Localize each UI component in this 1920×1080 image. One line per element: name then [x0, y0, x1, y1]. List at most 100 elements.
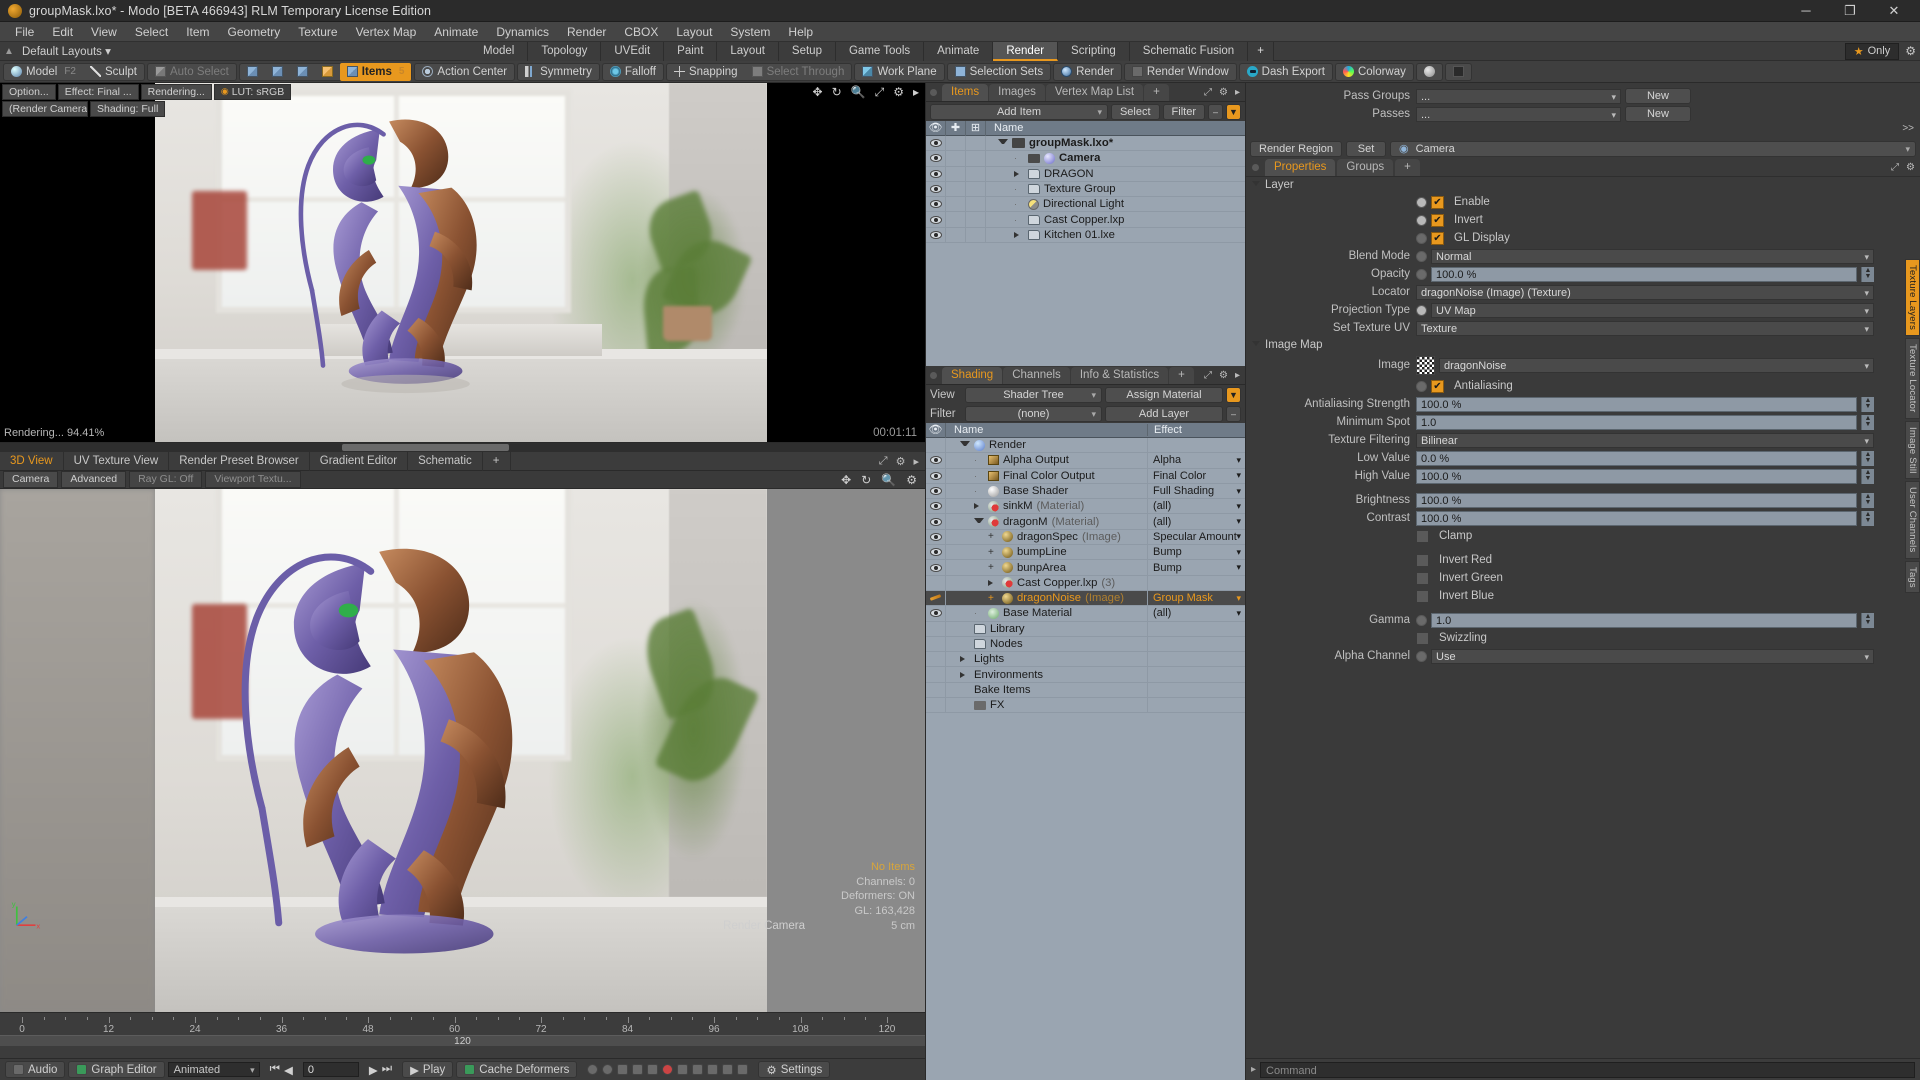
properties-tab-properties[interactable]: Properties — [1265, 159, 1335, 176]
aa-strength-input[interactable]: 100.0 % — [1416, 397, 1857, 412]
vertical-tab-texture-locator[interactable]: Texture Locator — [1905, 338, 1920, 418]
shader-tree-row[interactable]: Nodes — [926, 637, 1245, 652]
lock-cell[interactable] — [946, 151, 966, 165]
edge-mode-button[interactable] — [265, 63, 290, 81]
visibility-toggle[interactable] — [926, 453, 946, 467]
image-thumbnail[interactable] — [1416, 356, 1435, 375]
layer-name-cell[interactable]: +bunpArea — [946, 562, 1147, 574]
visibility-toggle[interactable] — [926, 197, 946, 211]
add-item-button[interactable]: Add Item — [930, 104, 1108, 120]
new-pass-button[interactable]: New — [1625, 106, 1691, 122]
render-options-chip[interactable]: Option... — [2, 84, 56, 100]
visibility-toggle[interactable] — [926, 136, 946, 150]
item-name-cell[interactable]: groupMask.lxo* — [986, 137, 1245, 149]
go-to-start-icon[interactable]: ⏮ — [270, 1063, 280, 1076]
plus-icon[interactable]: + — [988, 547, 998, 558]
lock-cell[interactable] — [946, 197, 966, 211]
gear-icon[interactable]: ⚙ — [893, 85, 904, 100]
unreal-button[interactable] — [1446, 63, 1471, 81]
aa-strength-stepper[interactable]: ▲▼ — [1861, 397, 1874, 412]
layer-effect-cell[interactable]: Alpha — [1147, 453, 1245, 467]
layout-tab-scripting[interactable]: Scripting — [1058, 42, 1130, 61]
shading-filter-icon[interactable]: ▼ — [1226, 387, 1241, 403]
opacity-radio[interactable] — [1416, 269, 1427, 280]
item-name-cell[interactable]: DRAGON — [986, 168, 1245, 180]
transform-cell[interactable] — [966, 167, 986, 181]
item-name-cell[interactable]: ·Texture Group — [986, 183, 1245, 195]
shader-tree-row[interactable]: ·Alpha OutputAlpha — [926, 453, 1245, 468]
render-effect-chip[interactable]: Effect: Final ... — [58, 84, 139, 100]
items-tab-vertex-map-list[interactable]: Vertex Map List — [1046, 84, 1143, 101]
item-name-cell[interactable]: ·Camera — [986, 152, 1245, 164]
sculpt-mode-button[interactable]: Sculpt — [83, 63, 144, 81]
pass-groups-select[interactable]: ... — [1416, 89, 1621, 104]
zoom-icon[interactable]: 🔍 — [851, 85, 866, 100]
visibility-toggle[interactable] — [926, 698, 946, 712]
viewport-3d[interactable]: x y Render Camera No Items Channels: 0 D… — [0, 489, 925, 1012]
shader-tree-row[interactable]: +bumpLineBump — [926, 545, 1245, 560]
layer-effect-cell[interactable]: Specular Amount — [1147, 530, 1245, 544]
opacity-stepper[interactable]: ▲▼ — [1861, 267, 1874, 282]
layout-tab-model[interactable]: Model — [470, 42, 528, 61]
layer-effect-cell[interactable]: Final Color — [1147, 469, 1245, 483]
chevron-right-icon[interactable] — [974, 503, 984, 509]
brightness-input[interactable]: 100.0 % — [1416, 493, 1857, 508]
play-button[interactable]: ▶ Play — [402, 1061, 453, 1078]
shading-filter-select[interactable]: (none) — [965, 406, 1102, 422]
gear-icon[interactable]: ⚙ — [1905, 44, 1916, 58]
tree-dot[interactable]: · — [974, 455, 984, 465]
alpha-channel-select[interactable]: Use — [1431, 649, 1874, 664]
high-value-stepper[interactable]: ▲▼ — [1861, 469, 1874, 484]
visibility-toggle[interactable] — [926, 212, 946, 226]
layer-name-cell[interactable]: ·Final Color Output — [946, 470, 1147, 482]
layer-name-cell[interactable]: FX — [946, 699, 1147, 711]
cache-deformers-button[interactable]: Cache Deformers — [456, 1061, 577, 1078]
new-pass-group-button[interactable]: New — [1625, 88, 1691, 104]
layout-tab-paint[interactable]: Paint — [664, 42, 717, 61]
pan-icon[interactable]: ✥ — [841, 473, 851, 487]
timeline-ruler[interactable]: 01224364860728496108120 — [0, 1017, 925, 1031]
item-name-cell[interactable]: Kitchen 01.lxe — [986, 229, 1245, 241]
visibility-toggle[interactable] — [926, 652, 946, 666]
go-to-end-icon[interactable]: ⏭ — [382, 1063, 392, 1076]
items-row[interactable]: groupMask.lxo* — [926, 136, 1245, 151]
only-toggle[interactable]: ★ Only — [1845, 43, 1900, 60]
command-input[interactable]: Command — [1260, 1062, 1915, 1078]
visibility-toggle[interactable] — [926, 182, 946, 196]
close-button[interactable]: ✕ — [1872, 0, 1916, 22]
warning-icon[interactable] — [602, 1064, 613, 1075]
layer-effect-cell[interactable]: Full Shading — [1147, 484, 1245, 498]
image-map-section-header[interactable]: Image Map — [1246, 337, 1904, 353]
menu-item-layout[interactable]: Layout — [667, 22, 721, 42]
clock-icon[interactable] — [587, 1064, 598, 1075]
shader-tree-row[interactable]: +dragonNoise (Image)Group Mask — [926, 591, 1245, 606]
animated-select[interactable]: Animated — [168, 1062, 260, 1077]
texture-filtering-select[interactable]: Bilinear — [1416, 433, 1874, 448]
gear-icon[interactable]: ⚙ — [1906, 162, 1915, 173]
layout-tab-animate[interactable]: Animate — [924, 42, 993, 61]
vertical-tab-image-still[interactable]: Image Still — [1905, 421, 1920, 480]
visibility-toggle[interactable] — [926, 167, 946, 181]
opacity-input[interactable]: 100.0 % — [1431, 267, 1857, 282]
blend-mode-select[interactable]: Normal — [1431, 249, 1874, 264]
symmetry-button[interactable]: Symmetry — [518, 63, 599, 81]
menu-item-texture[interactable]: Texture — [289, 22, 346, 42]
chevron-right-icon[interactable]: ▸ — [1235, 370, 1240, 381]
shading-collapse-icon[interactable]: – — [1226, 406, 1241, 422]
key-mid-icon[interactable] — [632, 1064, 643, 1075]
fit-icon[interactable]: ⤢ — [875, 85, 885, 100]
visibility-toggle[interactable] — [926, 438, 946, 452]
vertex-mode-button[interactable] — [240, 63, 265, 81]
expand-icon[interactable]: ⤢ — [1204, 370, 1212, 381]
chevron-down-icon[interactable] — [960, 441, 970, 449]
lock-cell[interactable] — [946, 228, 966, 242]
gear-icon[interactable]: ⚙ — [906, 473, 917, 487]
layer-effect-cell[interactable]: Bump — [1147, 545, 1245, 559]
low-value-stepper[interactable]: ▲▼ — [1861, 451, 1874, 466]
chevron-right-icon[interactable] — [960, 672, 970, 678]
pan-icon[interactable]: ✥ — [813, 85, 823, 100]
plus-icon[interactable]: + — [988, 593, 998, 604]
shading-mode-chip[interactable]: Shading: Full — [90, 101, 165, 117]
antialiasing-radio[interactable] — [1416, 381, 1427, 392]
viewport-tab-gradient-editor[interactable]: Gradient Editor — [310, 452, 408, 471]
